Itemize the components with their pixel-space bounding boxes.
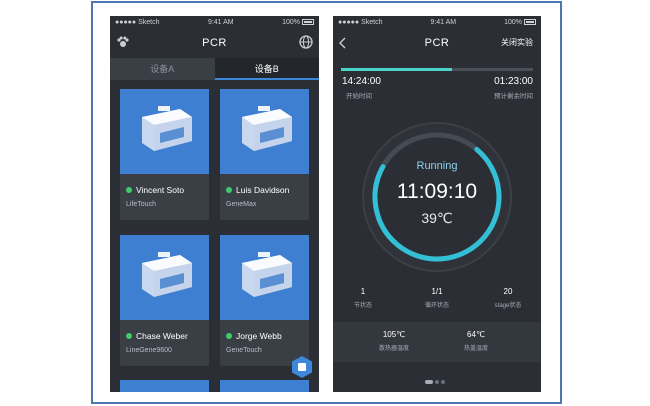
carrier-label: ●●●●● Sketch	[338, 19, 383, 26]
pcr-machine-icon	[242, 252, 292, 297]
device-name: Chase Weber	[136, 331, 188, 341]
stop-icon	[298, 363, 306, 371]
globe-icon[interactable]	[299, 35, 313, 49]
stop-button[interactable]	[290, 355, 314, 379]
paw-icon[interactable]	[116, 35, 130, 49]
page-title: PCR	[424, 36, 450, 49]
device-name: Luis Davidson	[236, 185, 290, 195]
stat-stage: 20 stage状态	[483, 287, 533, 309]
battery-indicator: 100%	[282, 19, 314, 26]
pcr-machine-icon	[242, 106, 292, 151]
device-card[interactable]: Luis Davidson GeneMax	[220, 89, 309, 220]
remaining-time: 01:23:00	[494, 76, 533, 87]
battery-label: 100%	[504, 19, 522, 26]
status-bar: ●●●●● Sketch 9:41 AM 100%	[333, 16, 541, 29]
device-list-screen: ●●●●● Sketch 9:41 AM 100% PCR 设备A 设备B Vi…	[110, 16, 319, 392]
start-time-label: 开始时间	[346, 93, 372, 100]
temp-label: 热盖温度	[463, 346, 488, 352]
lid-temperature: 64℃ 热盖温度	[451, 330, 501, 352]
clock-label: 9:41 AM	[207, 19, 234, 26]
device-model: LifeTouch	[126, 201, 156, 208]
experiment-progress-fill	[341, 68, 453, 71]
temp-label: 散热器温度	[378, 346, 409, 352]
device-thumbnail	[220, 235, 309, 320]
stat-value: 1/1	[431, 287, 443, 296]
status-bar: ●●●●● Sketch 9:41 AM 100%	[110, 16, 319, 29]
stage-stats: 1 节状态 1/1 循环状态 20 stage状态	[333, 287, 541, 315]
battery-icon	[302, 19, 314, 26]
start-time: 14:24:00	[342, 76, 381, 87]
page-dot[interactable]	[435, 380, 439, 384]
stat-label: 节状态	[353, 303, 372, 309]
page-title: PCR	[202, 36, 227, 49]
nav-bar: PCR	[110, 29, 319, 56]
experiment-detail-screen: ●●●●● Sketch 9:41 AM 100% PCR 关闭实验 14:24…	[333, 16, 541, 392]
device-model: LineGene9600	[126, 347, 172, 354]
device-name: Jorge Webb	[236, 331, 282, 341]
device-card-partial[interactable]	[120, 380, 209, 392]
block-temperature: 39℃	[421, 210, 453, 226]
close-experiment-button[interactable]: 关闭实验	[501, 29, 533, 56]
tab-device-a[interactable]: 设备A	[110, 58, 215, 80]
run-status: Running	[416, 160, 458, 172]
online-status-dot	[126, 187, 132, 193]
online-status-dot	[126, 333, 132, 339]
clock-label: 9:41 AM	[430, 19, 457, 26]
stat-label: 循环状态	[424, 303, 449, 309]
battery-indicator: 100%	[504, 19, 536, 26]
page-dot[interactable]	[425, 380, 433, 384]
pcr-machine-icon	[142, 106, 192, 151]
pcr-machine-icon	[142, 252, 192, 297]
heatsink-temperature: 105℃ 散热器温度	[369, 330, 419, 352]
online-status-dot	[226, 187, 232, 193]
device-model: GeneTouch	[226, 347, 262, 354]
stat-section: 1 节状态	[343, 287, 383, 309]
battery-label: 100%	[282, 19, 300, 26]
battery-icon	[524, 19, 536, 26]
device-thumbnail	[120, 89, 209, 174]
online-status-dot	[226, 333, 232, 339]
device-model: GeneMax	[226, 201, 257, 208]
stat-label: stage状态	[494, 303, 522, 309]
device-card[interactable]: Vincent Soto LifeTouch	[120, 89, 209, 220]
carrier-label: ●●●●● Sketch	[115, 19, 160, 26]
tab-device-b[interactable]: 设备B	[214, 58, 319, 80]
temp-value: 105℃	[382, 330, 406, 339]
temp-value: 64℃	[467, 330, 485, 339]
stat-cycle: 1/1 循环状态	[417, 287, 457, 309]
device-card-partial[interactable]	[220, 380, 309, 392]
stat-value: 20	[503, 287, 513, 296]
page-indicator	[425, 380, 449, 384]
device-tabs: 设备A 设备B	[110, 58, 319, 80]
device-card[interactable]: Jorge Webb GeneTouch	[220, 235, 309, 366]
page-dot[interactable]	[441, 380, 445, 384]
temperature-panel: 105℃ 散热器温度 64℃ 热盖温度	[333, 322, 541, 362]
remaining-time-label: 预计剩余时间	[494, 93, 533, 100]
device-thumbnail	[120, 235, 209, 320]
device-thumbnail	[220, 89, 309, 174]
device-name: Vincent Soto	[136, 185, 185, 195]
device-card[interactable]: Chase Weber LineGene9600	[120, 235, 209, 366]
screenshot-frame: ●●●●● Sketch 9:41 AM 100% PCR 设备A 设备B Vi…	[91, 1, 562, 404]
elapsed-time: 11:09:10	[396, 180, 478, 203]
stat-value: 1	[360, 287, 366, 296]
